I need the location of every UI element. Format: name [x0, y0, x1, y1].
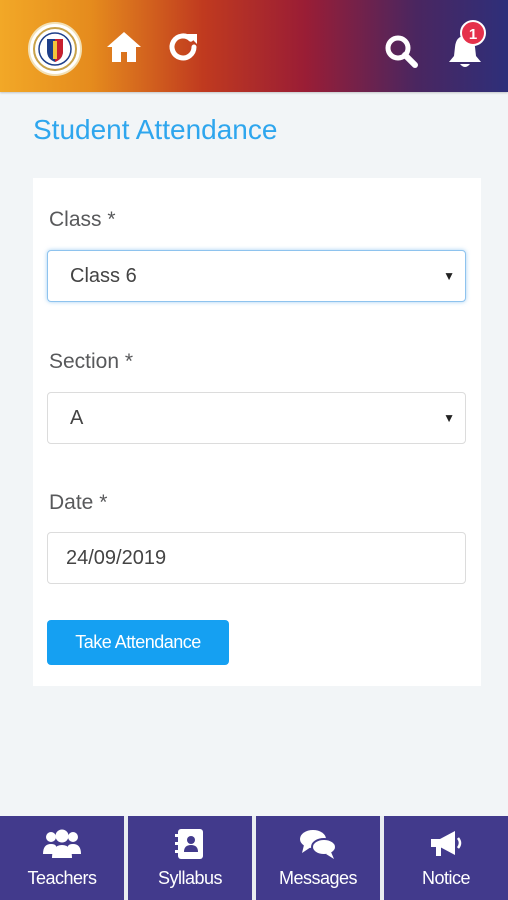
nav-item-notice[interactable]: Notice — [384, 816, 508, 900]
search-icon[interactable] — [383, 33, 419, 69]
attendance-form-card: Class * Class 6 ▼ Section * A ▼ Date * 2… — [33, 178, 481, 686]
chat-bubbles-icon — [256, 828, 380, 860]
app-header: 1 — [0, 0, 508, 92]
school-crest-icon[interactable] — [28, 22, 82, 76]
chevron-down-icon: ▼ — [443, 411, 455, 425]
notification-badge: 1 — [460, 20, 486, 46]
date-label: Date * — [49, 491, 108, 514]
nav-item-teachers[interactable]: Teachers — [0, 816, 124, 900]
section-select-value: A — [70, 407, 84, 429]
chevron-down-icon: ▼ — [443, 269, 455, 283]
date-field[interactable]: 24/09/2019 — [47, 532, 466, 584]
contact-book-icon — [128, 828, 252, 860]
nav-item-label: Messages — [278, 868, 358, 888]
nav-item-syllabus[interactable]: Syllabus — [128, 816, 252, 900]
bottom-nav: Teachers Syllabus Messages Notice — [0, 816, 508, 900]
section-label: Section * — [49, 350, 134, 373]
nav-item-label: Syllabus — [157, 868, 223, 888]
class-select-value: Class 6 — [70, 265, 137, 287]
nav-item-label: Teachers — [27, 868, 97, 888]
nav-item-messages[interactable]: Messages — [256, 816, 380, 900]
date-field-value: 24/09/2019 — [66, 547, 167, 569]
class-label: Class * — [49, 208, 116, 231]
home-icon[interactable] — [105, 30, 143, 64]
megaphone-icon — [384, 828, 508, 860]
page-title: Student Attendance — [33, 114, 278, 145]
take-attendance-button[interactable]: Take Attendance — [47, 620, 229, 665]
class-select[interactable]: Class 6 ▼ — [47, 250, 466, 302]
nav-item-label: Notice — [421, 868, 471, 888]
section-select[interactable]: A ▼ — [47, 392, 466, 444]
users-icon — [0, 828, 124, 860]
refresh-icon[interactable] — [166, 30, 200, 64]
